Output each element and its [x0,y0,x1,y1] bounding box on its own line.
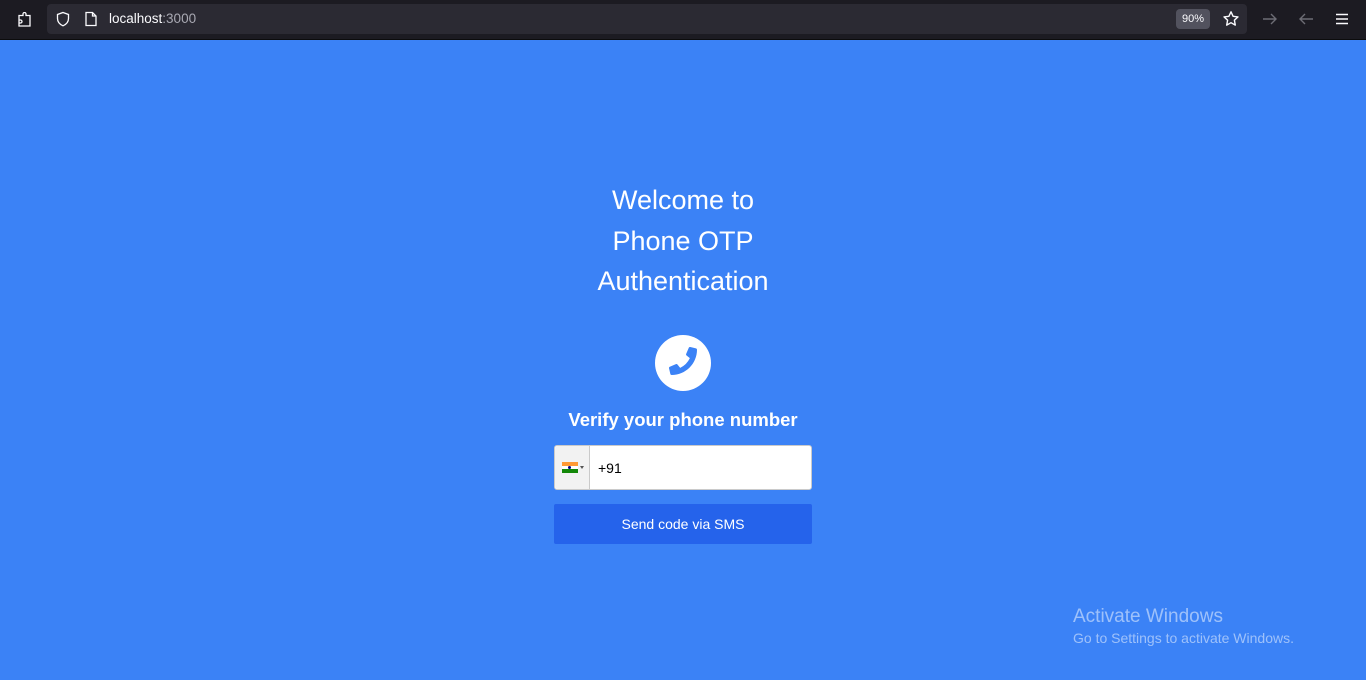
send-code-button[interactable]: Send code via SMS [554,504,812,544]
verify-label: Verify your phone number [568,409,798,430]
watermark-subtitle: Go to Settings to activate Windows. [1073,630,1294,646]
phone-number-input[interactable] [591,446,809,489]
country-select[interactable] [555,446,590,489]
heading-line-2: Phone OTP [612,225,754,256]
extensions-icon[interactable] [13,8,37,32]
url-host: localhost [109,11,163,26]
heading-line-1: Welcome to [611,185,755,215]
menu-icon[interactable] [1330,7,1354,31]
india-flag-icon [562,462,578,473]
star-icon[interactable] [1219,7,1243,31]
phone-icon-badge [655,335,711,391]
phone-icon [669,346,697,380]
zoom-badge[interactable]: 90% [1176,9,1210,29]
shield-icon[interactable] [51,7,75,31]
watermark-title: Activate Windows [1073,606,1223,627]
heading-line-3: Authentication [597,266,769,296]
back-icon[interactable] [1294,7,1318,31]
forward-icon[interactable] [1258,7,1282,31]
url-text[interactable]: localhost:3000 [109,11,196,27]
phone-input-group [554,445,812,490]
browser-toolbar: localhost:3000 90% [0,0,1366,40]
page-icon [79,7,103,31]
url-bar[interactable]: localhost:3000 90% [47,4,1247,34]
activate-windows-watermark: Activate Windows Go to Settings to activ… [1073,606,1294,647]
welcome-heading: Welcome to Phone OTP Authentication [483,180,883,302]
url-port: :3000 [162,11,197,26]
caret-down-icon [580,466,584,469]
